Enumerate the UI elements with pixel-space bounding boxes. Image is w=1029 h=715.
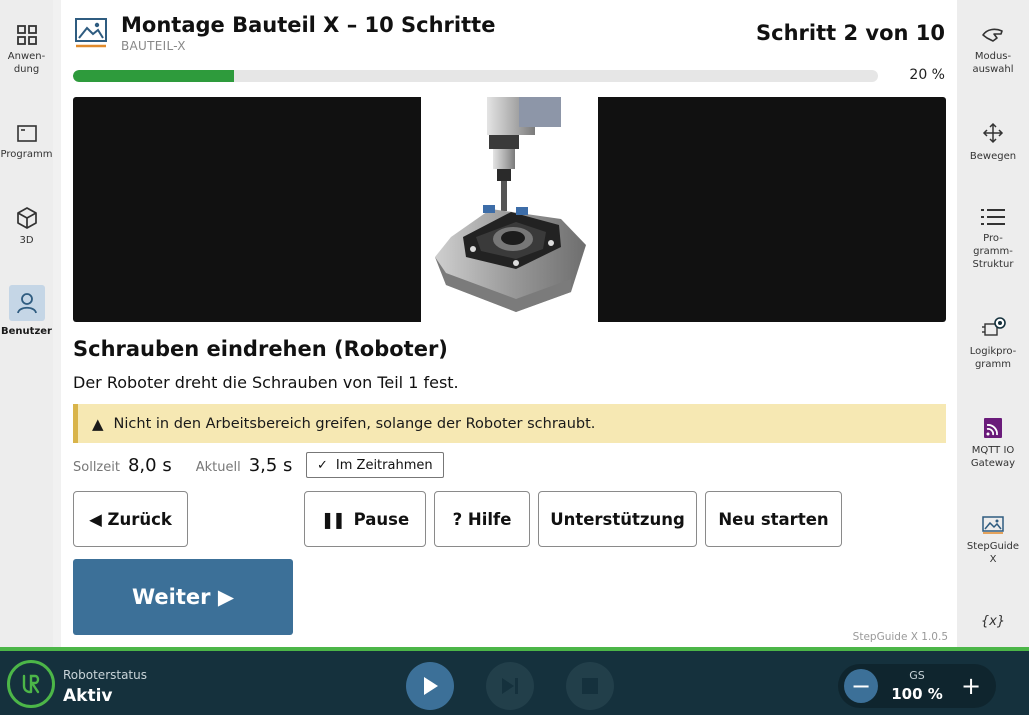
speed-increase-button[interactable]: + xyxy=(954,669,988,703)
progress-bar xyxy=(73,70,878,82)
play-icon xyxy=(424,677,438,695)
right-sidebar: Modus- auswahl Bewegen Pro- gramm- Struk… xyxy=(957,0,1029,647)
nav-label: Modus- auswahl xyxy=(972,51,1014,75)
nav-label: Anwen- dung xyxy=(7,51,46,75)
nav-item-bewegen[interactable]: Bewegen xyxy=(957,122,1029,163)
nav-label: Logikpro- gramm xyxy=(969,346,1017,370)
nav-item-programm[interactable]: Programm xyxy=(0,124,53,161)
logic-icon xyxy=(982,317,1006,336)
robot-screwing-image xyxy=(421,97,598,322)
nav-label: MQTT IO Gateway xyxy=(970,445,1016,469)
step-forward-icon xyxy=(502,678,518,694)
list-icon xyxy=(981,209,1005,225)
mqtt-icon xyxy=(984,418,1002,438)
stop-icon xyxy=(582,678,598,694)
actual-time-value: 3,5 s xyxy=(248,455,293,476)
nav-item-modusauswahl[interactable]: Modus- auswahl xyxy=(957,26,1029,76)
nav-label: Bewegen xyxy=(969,151,1017,162)
play-button[interactable] xyxy=(406,662,454,710)
grid-icon xyxy=(16,25,37,45)
warning-banner: ▲ Nicht in den Arbeitsbereich greifen, s… xyxy=(73,404,946,443)
nav-item-programm-struktur[interactable]: Pro- gramm- Struktur xyxy=(957,208,1029,271)
variables-icon: {x} xyxy=(980,614,1006,629)
pause-button[interactable]: ❚❚ Pause xyxy=(304,491,426,547)
step-title: Schrauben eindrehen (Roboter) xyxy=(73,337,448,361)
step-forward-button[interactable] xyxy=(486,662,534,710)
restart-button[interactable]: Neu starten xyxy=(705,491,842,547)
pause-label: Pause xyxy=(353,509,410,529)
timing-row: Sollzeit 8,0 s Aktuell 3,5 s xyxy=(73,455,316,479)
page-title: Montage Bauteil X – 10 Schritte xyxy=(121,13,496,37)
support-button[interactable]: Unterstützung xyxy=(538,491,697,547)
warning-text: Nicht in den Arbeitsbereich greifen, sol… xyxy=(113,415,596,432)
nav-item-variables[interactable]: {x} xyxy=(957,615,1029,628)
actual-time-label: Aktuell xyxy=(195,460,241,475)
image-icon xyxy=(982,516,1004,534)
speed-control: − GS 100 % + xyxy=(838,664,996,708)
cube-icon xyxy=(16,207,37,229)
page-subtitle: BAUTEIL-X xyxy=(121,39,186,53)
left-sidebar: Anwen- dung Programm 3D Benutzer xyxy=(0,0,53,647)
user-icon xyxy=(16,293,37,314)
nav-label: Programm xyxy=(0,149,53,160)
target-time-value: 8,0 s xyxy=(127,455,172,476)
stop-button[interactable] xyxy=(566,662,614,710)
program-icon xyxy=(16,125,37,142)
step-media xyxy=(73,97,946,322)
back-button[interactable]: ◀ Zurück xyxy=(73,491,188,547)
nav-item-mqtt-gateway[interactable]: MQTT IO Gateway xyxy=(957,418,1029,470)
robot-status-value: Aktiv xyxy=(63,686,113,706)
progress-percent: 20 % xyxy=(909,67,945,83)
nav-label: 3D xyxy=(19,235,34,246)
timing-status-badge: ✓ Im Zeitrahmen xyxy=(306,452,444,478)
nav-item-logikprogramm[interactable]: Logikpro- gramm xyxy=(957,317,1029,371)
step-counter: Schritt 2 von 10 xyxy=(756,21,945,45)
nav-item-anwendung[interactable]: Anwen- dung xyxy=(0,24,53,76)
warning-icon: ▲ xyxy=(92,414,104,433)
plus-icon: + xyxy=(960,672,982,700)
version-label: StepGuide X 1.0.5 xyxy=(852,631,948,643)
nav-label: Pro- gramm- Struktur xyxy=(972,233,1014,270)
main-panel: Montage Bauteil X – 10 Schritte BAUTEIL-… xyxy=(61,0,957,647)
bottom-bar: Roboterstatus Aktiv − GS 100 % + xyxy=(0,647,1029,715)
move-icon xyxy=(982,122,1004,144)
nav-label: StepGuide X xyxy=(966,541,1020,565)
target-time-label: Sollzeit xyxy=(73,460,120,475)
image-icon xyxy=(75,18,107,48)
next-button[interactable]: Weiter ▶ xyxy=(73,559,293,635)
nav-item-stepguide[interactable]: StepGuide X xyxy=(957,516,1029,566)
progress-bar-fill xyxy=(73,70,234,82)
timing-status-text: Im Zeitrahmen xyxy=(335,457,433,473)
hand-icon xyxy=(982,28,1003,42)
nav-item-benutzer[interactable]: Benutzer xyxy=(0,285,53,338)
check-icon: ✓ xyxy=(317,457,328,473)
nav-item-3d[interactable]: 3D xyxy=(0,206,53,247)
help-button[interactable]: ? Hilfe xyxy=(434,491,530,547)
nav-label: Benutzer xyxy=(1,326,52,337)
pause-icon: ❚❚ xyxy=(320,509,346,529)
robot-status-label: Roboterstatus xyxy=(63,668,147,682)
step-description: Der Roboter dreht die Schrauben von Teil… xyxy=(73,373,459,392)
ur-logo xyxy=(7,660,55,708)
